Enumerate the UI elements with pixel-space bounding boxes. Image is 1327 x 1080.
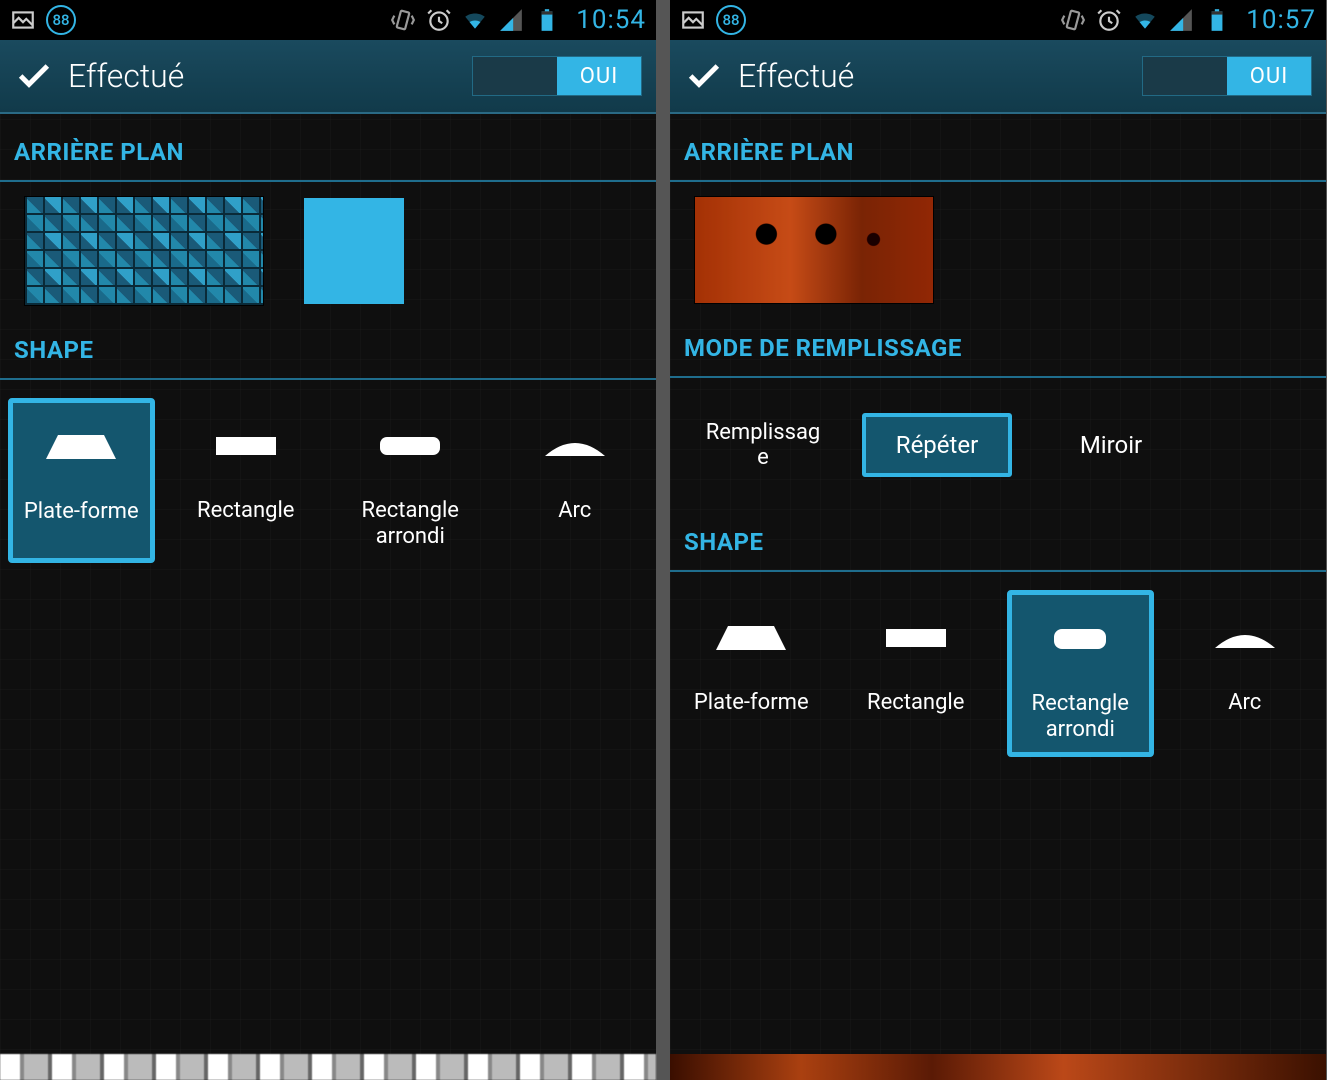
done-check-icon[interactable]	[684, 56, 724, 96]
background-preview-tiles[interactable]	[24, 196, 264, 306]
status-bar: 88 10:54	[0, 0, 656, 40]
shape-option-rounded-rectangle[interactable]: Rectangle arrondi	[337, 398, 484, 563]
picture-icon	[10, 7, 36, 33]
clock: 10:57	[1246, 5, 1316, 35]
toggle-switch[interactable]: OUI	[1142, 56, 1312, 96]
shape-option-arc[interactable]: Arc	[1172, 590, 1319, 757]
shape-option-rectangle[interactable]: Rectangle	[173, 398, 320, 563]
alarm-icon	[1096, 7, 1122, 33]
rectangle-icon	[216, 437, 276, 459]
rounded-rectangle-icon	[380, 437, 440, 459]
picture-icon	[680, 7, 706, 33]
status-bar: 88 10:57	[670, 0, 1326, 40]
fillmode-option-mirror[interactable]: Miroir	[1036, 413, 1186, 477]
toggle-switch[interactable]: OUI	[472, 56, 642, 96]
alarm-icon	[426, 7, 452, 33]
background-preview-solid[interactable]	[304, 198, 404, 304]
section-header-background: ARRIÈRE PLAN	[670, 122, 1326, 182]
toggle-on-label: OUI	[1227, 57, 1311, 95]
shape-option-rounded-rectangle[interactable]: Rectangle arrondi	[1007, 590, 1154, 757]
toggle-on-label: OUI	[557, 57, 641, 95]
trapezoid-icon	[46, 435, 116, 463]
phone-right: 88 10:57 Effectué	[670, 0, 1326, 1080]
shape-option-rectangle[interactable]: Rectangle	[843, 590, 990, 757]
fillmode-option-repeat[interactable]: Répéter	[862, 413, 1012, 477]
action-bar-title: Effectué	[738, 57, 854, 95]
fillmode-option-fill[interactable]: Remplissage	[688, 402, 838, 488]
clock: 10:54	[576, 5, 646, 35]
battery-icon	[534, 7, 560, 33]
wifi-icon	[1132, 7, 1158, 33]
vibrate-icon	[1060, 7, 1086, 33]
wifi-icon	[462, 7, 488, 33]
phone-left: 88 10:54 Effectué	[0, 0, 656, 1080]
bottom-strip	[670, 1054, 1326, 1080]
done-check-icon[interactable]	[14, 56, 54, 96]
vibrate-icon	[390, 7, 416, 33]
background-preview-image[interactable]	[694, 196, 934, 304]
section-header-shape: SHAPE	[670, 512, 1326, 572]
battery-icon	[1204, 7, 1230, 33]
action-bar: Effectué OUI	[0, 40, 656, 114]
action-bar: Effectué OUI	[670, 40, 1326, 114]
shape-option-platform[interactable]: Plate-forme	[678, 590, 825, 757]
battery-pct-badge: 88	[716, 5, 746, 35]
signal-icon	[498, 7, 524, 33]
arc-icon	[545, 436, 605, 460]
section-header-fillmode: MODE DE REMPLISSAGE	[670, 318, 1326, 378]
shape-option-platform[interactable]: Plate-forme	[8, 398, 155, 563]
battery-pct-badge: 88	[46, 5, 76, 35]
arc-icon	[1215, 628, 1275, 652]
signal-icon	[1168, 7, 1194, 33]
section-header-background: ARRIÈRE PLAN	[0, 122, 656, 182]
section-header-shape: SHAPE	[0, 320, 656, 380]
shape-option-arc[interactable]: Arc	[502, 398, 649, 563]
trapezoid-icon	[716, 626, 786, 654]
action-bar-title: Effectué	[68, 57, 184, 95]
bottom-strip	[0, 1054, 656, 1080]
rectangle-icon	[886, 629, 946, 651]
rounded-rectangle-icon	[1054, 629, 1106, 653]
